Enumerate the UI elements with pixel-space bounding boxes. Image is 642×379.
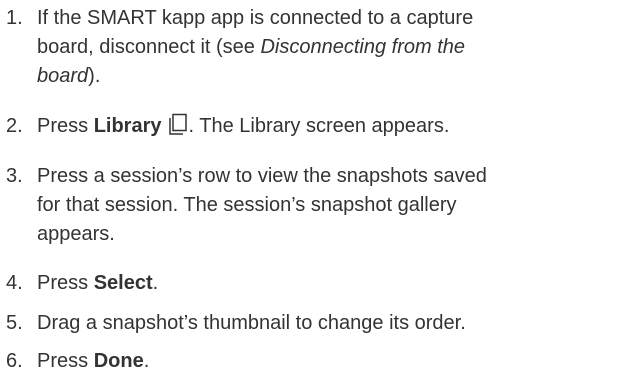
ui-term-done: Done (93, 350, 144, 372)
step-line: appears. (37, 223, 115, 245)
step-line: Press a session’s row to view the snapsh… (37, 165, 487, 187)
step-text: Press Select. (37, 272, 159, 294)
step-number: 2. (6, 115, 23, 137)
cross-reference-link[interactable]: board (37, 65, 88, 87)
cross-reference-link[interactable]: Disconnecting from the (260, 36, 465, 58)
library-icon (168, 113, 188, 144)
step-text: Drag a snapshot’s thumbnail to change it… (37, 312, 466, 334)
step-text: Press Library. The Library screen appear… (37, 112, 642, 144)
ui-term-select: Select (93, 272, 153, 294)
step-line: board, disconnect it (see Disconnecting … (37, 36, 466, 58)
ui-term-library: Library (93, 115, 162, 137)
step-line: If the SMART kapp app is connected to a … (37, 7, 474, 29)
step-line: for that session. The session’s snapshot… (37, 194, 457, 216)
step-number: 4. (6, 272, 23, 294)
step-text: If the SMART kapp app is connected to a … (37, 4, 642, 91)
step-text: Press Done. (37, 350, 150, 372)
step-number: 1. (6, 7, 23, 29)
step-text: Press a session’s row to view the snapsh… (37, 162, 642, 249)
step-number: 3. (6, 165, 23, 187)
step-number: 6. (6, 350, 23, 372)
step-number: 5. (6, 312, 23, 334)
step-line: board). (37, 65, 101, 87)
